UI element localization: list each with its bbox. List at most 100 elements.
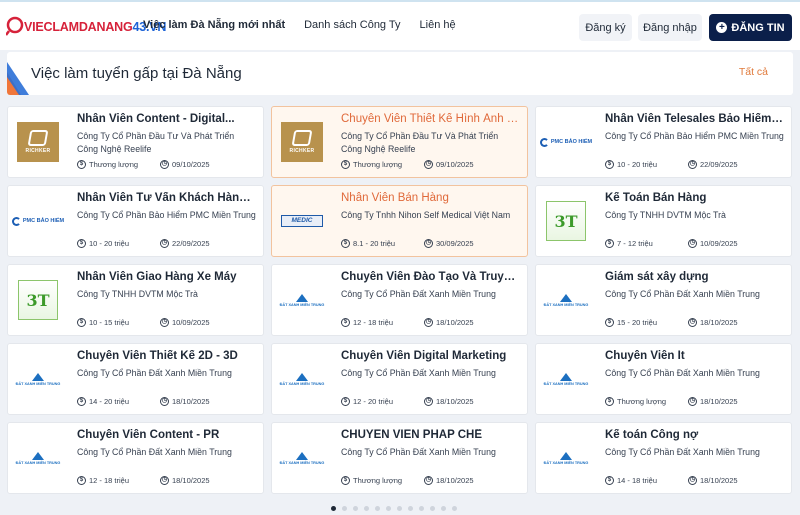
job-card[interactable]: RICHKER Chuyên Viên Thiết Kế Hình Ảnh - E… — [271, 106, 528, 178]
job-card[interactable]: ĐẤT XANH MIỀN TRUNG Chuyên Viên Đào Tạo V… — [271, 264, 528, 336]
company-name: Công Ty Cổ Phần Đất Xanh Miền Trung — [605, 289, 760, 299]
pager-dot[interactable] — [386, 506, 391, 511]
dollar-icon: $ — [341, 318, 350, 327]
job-title[interactable]: Giám sát xây dựng — [605, 271, 785, 283]
job-title[interactable]: Nhân Viên Telesales Bảo Hiểm Ô Tô — [605, 113, 785, 125]
job-title[interactable]: Kế toán Công nợ — [605, 429, 785, 441]
salary: $15 - 20 triệu — [605, 318, 657, 327]
company-logo-frame: ĐẤT XANH MIỀN TRUNG — [272, 423, 332, 493]
job-card[interactable]: ĐẤT XANH MIỀN TRUNG Chuyên Viên It Công Ty… — [535, 343, 792, 415]
job-card[interactable]: ĐẤT XANH MIỀN TRUNG CHUYÊN VIÊN PHÁP CHẾ C… — [271, 422, 528, 494]
company-logo: ĐẤT XANH MIỀN TRUNG — [544, 293, 588, 307]
date-value: 09/10/2025 — [172, 160, 210, 169]
job-card[interactable]: 3T Nhân Viên Giao Hàng Xe Máy Công Ty TNHH… — [7, 264, 264, 336]
job-card[interactable]: PMC BẢO HIỂM Nhân Viên Telesales Bảo Hiểm… — [535, 106, 792, 178]
pager-dot[interactable] — [430, 506, 435, 511]
clock-icon: ◷ — [424, 160, 433, 169]
company-logo: ĐẤT XANH MIỀN TRUNG — [15, 451, 61, 465]
login-button[interactable]: Đăng nhập — [638, 14, 702, 41]
job-card[interactable]: ĐẤT XANH MIỀN TRUNG Chuyên Viên Digital M… — [271, 343, 528, 415]
salary: $ Thương lượng — [341, 160, 402, 169]
header: VIECLAMDANANG43.VN Việc làm Đà Nẵng mới … — [0, 0, 800, 50]
salary-value: Thương lượng — [353, 476, 403, 485]
salary: $ Thương lượng — [605, 397, 666, 406]
dollar-icon: $ — [77, 318, 86, 327]
company-name: Công Ty Cổ Phần Đất Xanh Miền Trung — [341, 289, 496, 299]
company-logo: ĐẤT XANH MIỀN TRUNG — [544, 372, 588, 386]
pager-dot[interactable] — [342, 506, 347, 511]
salary: $12 - 20 triệu — [341, 397, 393, 406]
salary-value: 10 - 20 triệu — [617, 160, 658, 169]
company-logo: ĐẤT XANH MIỀN TRUNG — [280, 372, 324, 386]
pager-dot[interactable] — [353, 506, 358, 511]
company-logo: PMC BẢO HIỂM — [539, 137, 592, 147]
clock-icon: ◷ — [160, 160, 169, 169]
job-title[interactable]: CHUYÊN VIÊN PHÁP CHẾ — [341, 429, 521, 441]
job-card[interactable]: ĐẤT XANH MIỀN TRUNG Kế toán Công nợ Công T… — [535, 422, 792, 494]
see-all-link[interactable]: Tất cả — [739, 66, 768, 78]
job-title[interactable]: Kế Toán Bán Hàng — [605, 192, 785, 204]
dollar-icon: $ — [605, 239, 614, 248]
salary-value: 14 - 18 triệu — [617, 476, 658, 485]
job-meta: $12 - 18 triệu ◷ 18/10/2025 — [341, 318, 521, 330]
job-title[interactable]: Nhân Viên Bán Hàng — [341, 192, 521, 204]
pager-dot[interactable] — [331, 506, 336, 511]
company-logo: MEDIC — [281, 215, 323, 227]
company-name: Công Ty Cổ Phần Đất Xanh Miền Trung — [341, 447, 496, 457]
clock-icon: ◷ — [160, 397, 169, 406]
job-card-body: Kế toán Công nợ Công Ty Cổ Phần Đất Xanh … — [605, 429, 785, 459]
clock-icon: ◷ — [160, 239, 169, 248]
pager-dot[interactable] — [397, 506, 402, 511]
nav-latest-jobs[interactable]: Việc làm Đà Nẵng mới nhất — [143, 19, 285, 31]
date-value: 18/10/2025 — [172, 476, 210, 485]
nav-company-list[interactable]: Danh sách Công Ty — [304, 19, 400, 31]
company-logo: RICHKER — [17, 122, 59, 162]
job-meta: $10 - 20 triệu ◷ 22/09/2025 — [605, 160, 785, 172]
clock-icon: ◷ — [688, 476, 697, 485]
date-value: 18/10/2025 — [436, 476, 474, 485]
job-title[interactable]: Chuyên Viên Digital Marketing — [341, 350, 521, 362]
company-logo: RICHKER — [281, 122, 323, 162]
company-logo-frame: RICHKER — [8, 107, 68, 177]
job-title[interactable]: Chuyên Viên Content - PR — [77, 429, 257, 441]
job-title[interactable]: Chuyên Viên Thiết Kế 2D - 3D — [77, 350, 257, 362]
job-card[interactable]: RICHKER Nhân Viên Content - Digital... Côn… — [7, 106, 264, 178]
post-date: ◷ 18/10/2025 — [160, 476, 210, 485]
job-title[interactable]: Nhân Viên Content - Digital... — [77, 113, 257, 125]
pager-dot[interactable] — [419, 506, 424, 511]
job-meta: $15 - 20 triệu ◷ 18/10/2025 — [605, 318, 785, 330]
pager-dot[interactable] — [452, 506, 457, 511]
company-logo: ĐẤT XANH MIỀN TRUNG — [280, 451, 324, 465]
post-job-button[interactable]: + ĐĂNG TIN — [709, 14, 792, 41]
pager-dot[interactable] — [408, 506, 413, 511]
post-date: ◷ 18/10/2025 — [160, 397, 210, 406]
job-title[interactable]: Chuyên Viên Đào Tạo Và Truyền... — [341, 271, 521, 283]
salary-value: 12 - 20 triệu — [353, 397, 394, 406]
pager-dot[interactable] — [441, 506, 446, 511]
company-name: Công Ty Cổ Phần Đất Xanh Miền Trung — [77, 368, 232, 378]
logo-text: ĐẤT XANH MIỀN TRUNG — [15, 460, 61, 465]
post-date: ◷ 22/09/2025 — [688, 160, 738, 169]
job-card[interactable]: ĐẤT XANH MIỀN TRUNG Chuyên Viên Thiết Kế … — [7, 343, 264, 415]
urgent-jobs-header: Việc làm tuyển gấp tại Đà Nẵng Tất cả — [7, 52, 793, 95]
nav-contact[interactable]: Liên hệ — [420, 19, 456, 31]
job-title[interactable]: Nhân Viên Tư Vấn Khách Hàng Qua... — [77, 192, 257, 204]
job-title[interactable]: Chuyên Viên It — [605, 350, 785, 362]
register-button[interactable]: Đăng ký — [579, 14, 632, 41]
pager-dot[interactable] — [375, 506, 380, 511]
job-title[interactable]: Nhân Viên Giao Hàng Xe Máy — [77, 271, 257, 283]
pager-dot[interactable] — [364, 506, 369, 511]
job-title[interactable]: Chuyên Viên Thiết Kế Hình Ảnh - E... — [341, 113, 521, 125]
job-card[interactable]: 3T Kế Toán Bán Hàng Công Ty TNHH DVTM Mộc … — [535, 185, 792, 257]
site-logo[interactable]: VIECLAMDANANG43.VN — [6, 14, 166, 40]
job-card-body: Chuyên Viên Đào Tạo Và Truyền... Công Ty … — [341, 271, 521, 301]
job-card[interactable]: MEDIC Nhân Viên Bán Hàng Công Ty Tnhh Niho… — [271, 185, 528, 257]
date-value: 18/10/2025 — [700, 397, 738, 406]
job-card[interactable]: PMC BẢO HIỂM Nhân Viên Tư Vấn Khách Hàng … — [7, 185, 264, 257]
job-card[interactable]: ĐẤT XANH MIỀN TRUNG Giám sát xây dựng Công… — [535, 264, 792, 336]
job-card[interactable]: ĐẤT XANH MIỀN TRUNG Chuyên Viên Content -… — [7, 422, 264, 494]
job-meta: $12 - 20 triệu ◷ 18/10/2025 — [341, 397, 521, 409]
company-name: Công Ty TNHH DVTM Mộc Trà — [77, 289, 198, 299]
company-logo: ĐẤT XANH MIỀN TRUNG — [16, 372, 60, 386]
clock-icon: ◷ — [424, 476, 433, 485]
